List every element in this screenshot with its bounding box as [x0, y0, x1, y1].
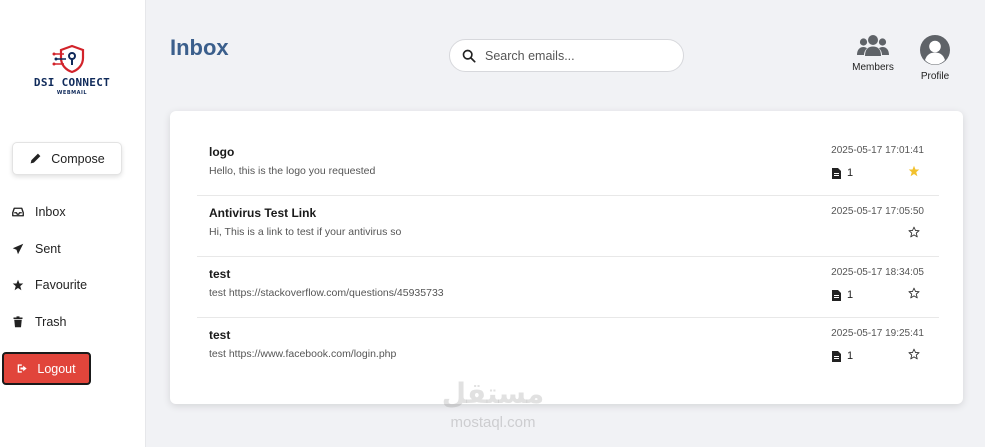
file-icon: [832, 350, 841, 362]
logout-button[interactable]: Logout: [2, 352, 91, 385]
attachment-count: 1: [847, 289, 854, 301]
email-date: 2025-05-17 19:25:41: [831, 328, 924, 339]
email-subject: Antivirus Test Link: [209, 206, 317, 220]
sidebar-item-label: Trash: [35, 314, 67, 329]
profile-button[interactable]: Profile: [914, 34, 956, 82]
email-row[interactable]: test test https://www.facebook.com/login…: [197, 318, 939, 379]
sidebar-item-label: Favourite: [35, 278, 88, 293]
search-input[interactable]: [485, 48, 665, 63]
attachment-indicator: 1: [832, 350, 853, 362]
email-subject: logo: [209, 145, 235, 159]
sidebar-item-inbox[interactable]: Inbox: [0, 194, 146, 231]
search-icon: [462, 49, 476, 63]
sidebar-item-favourite[interactable]: Favourite: [0, 267, 146, 304]
attachment-count: 1: [847, 350, 854, 362]
profile-label: Profile: [920, 71, 950, 82]
email-preview: Hi, This is a link to test if your antiv…: [209, 226, 402, 238]
email-row[interactable]: test test https://stackoverflow.com/ques…: [197, 257, 939, 318]
email-date: 2025-05-17 18:34:05: [831, 267, 924, 278]
logout-icon: [18, 364, 27, 373]
page-title: Inbox: [170, 35, 229, 60]
email-preview: test https://stackoverflow.com/questions…: [209, 287, 444, 299]
sidebar-item-label: Inbox: [35, 205, 66, 220]
email-row[interactable]: Antivirus Test Link Hi, This is a link t…: [197, 196, 939, 257]
email-list: logo Hello, this is the logo you request…: [170, 111, 963, 404]
logout-label: Logout: [37, 361, 76, 376]
email-subject: test: [209, 267, 231, 281]
email-preview: test https://www.facebook.com/login.php: [209, 348, 397, 360]
compose-label: Compose: [51, 151, 105, 166]
members-button[interactable]: Members: [850, 34, 896, 73]
sidebar-item-label: Sent: [35, 241, 61, 256]
email-row[interactable]: logo Hello, this is the logo you request…: [197, 135, 939, 196]
shield-logo-icon: [52, 44, 85, 74]
email-date: 2025-05-17 17:01:41: [831, 145, 924, 156]
user-avatar-icon: [920, 35, 950, 65]
star-outline-icon[interactable]: [908, 348, 920, 360]
star-outline-icon[interactable]: [908, 226, 920, 238]
star-filled-icon[interactable]: [908, 165, 920, 177]
search-bar[interactable]: [449, 39, 684, 72]
app-logo[interactable]: DSI CONNECT WEBMAIL: [22, 44, 122, 110]
watermark-latin: mostaql.com: [450, 414, 536, 431]
sidebar-item-sent[interactable]: Sent: [0, 231, 146, 268]
inbox-icon: [12, 207, 24, 217]
star-outline-icon[interactable]: [908, 287, 920, 299]
file-icon: [832, 289, 841, 301]
pen-icon: [30, 153, 41, 164]
star-icon: [12, 280, 24, 291]
logo-name: DSI CONNECT: [33, 76, 111, 89]
attachment-count: 1: [847, 167, 854, 179]
trash-icon: [13, 316, 23, 327]
attachment-indicator: 1: [832, 167, 853, 179]
logo-subtitle: WEBMAIL: [56, 90, 88, 96]
email-date: 2025-05-17 17:05:50: [831, 206, 924, 217]
sidebar: DSI CONNECT WEBMAIL Compose Inbox Sent F…: [0, 0, 146, 447]
sidebar-item-trash[interactable]: Trash: [0, 304, 146, 341]
attachment-indicator: 1: [832, 289, 853, 301]
members-label: Members: [852, 62, 894, 73]
email-preview: Hello, this is the logo you requested: [209, 165, 376, 177]
email-subject: test: [209, 328, 231, 342]
users-icon: [857, 35, 889, 56]
compose-button[interactable]: Compose: [12, 142, 122, 175]
file-icon: [832, 167, 841, 179]
sidebar-nav: Inbox Sent Favourite Trash: [0, 194, 146, 340]
paper-plane-icon: [12, 243, 24, 254]
